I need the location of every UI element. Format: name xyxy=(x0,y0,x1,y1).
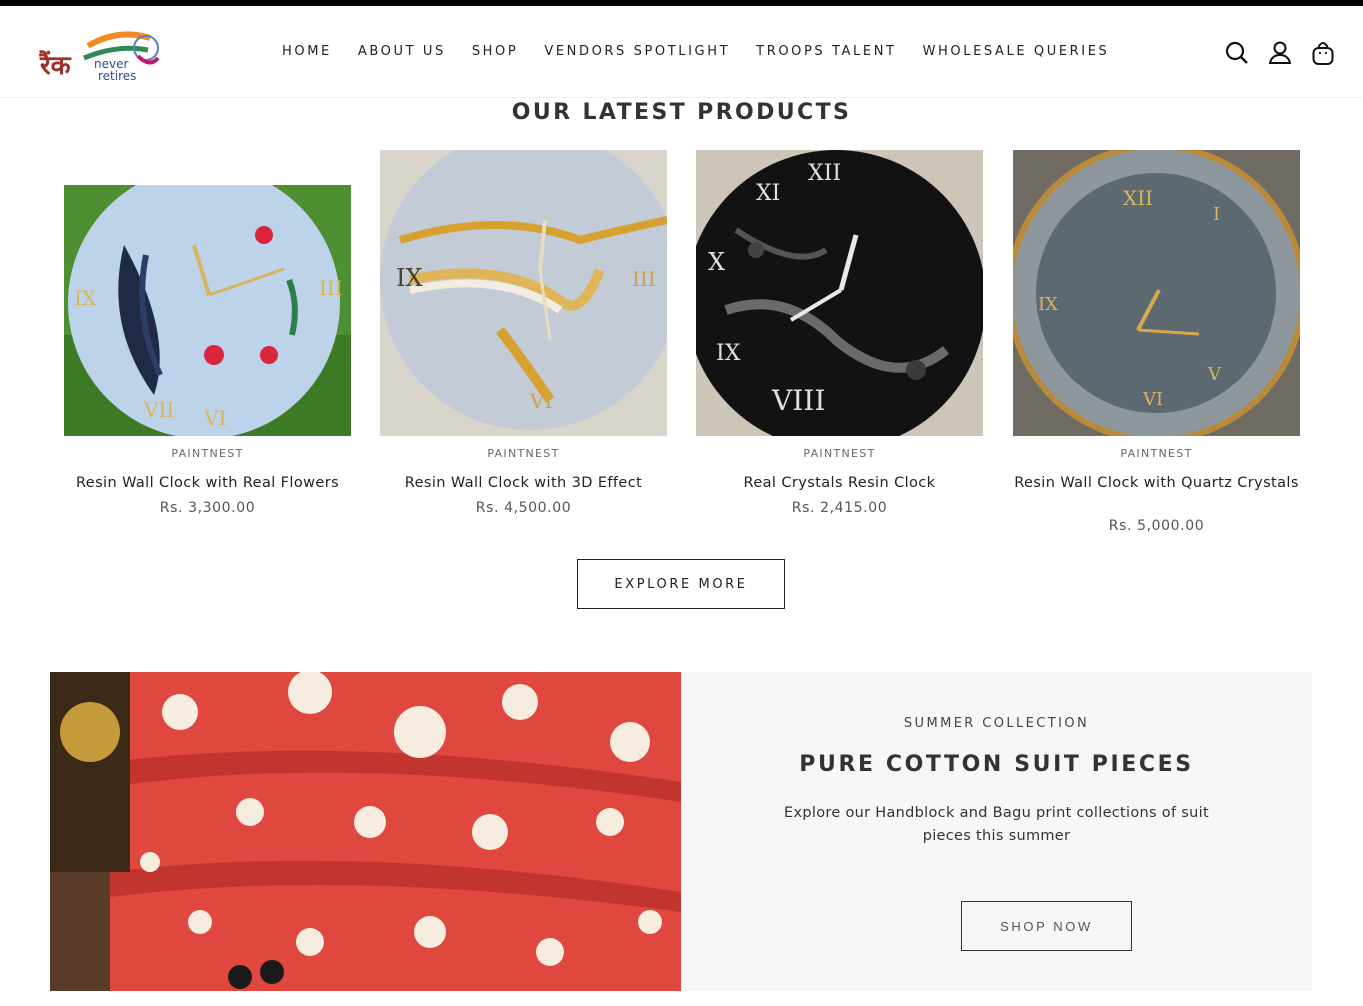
svg-text:IX: IX xyxy=(74,286,97,310)
svg-text:V: V xyxy=(1207,364,1222,385)
brand-logo[interactable]: रैंक never retires xyxy=(38,28,162,84)
svg-text:VIII: VIII xyxy=(771,384,825,417)
svg-text:III: III xyxy=(319,276,343,300)
svg-text:X: X xyxy=(708,248,725,276)
product-grid: IX III VI VII PAINTNEST Resin Wall Clock… xyxy=(64,150,1300,550)
nav-home[interactable]: HOME xyxy=(282,44,332,59)
product-vendor: PAINTNEST xyxy=(803,447,876,460)
svg-text:I: I xyxy=(1213,204,1220,225)
cart-icon[interactable] xyxy=(1311,40,1335,66)
product-vendor: PAINTNEST xyxy=(1120,447,1193,460)
product-price: Rs. 2,415.00 xyxy=(791,500,888,516)
search-icon[interactable] xyxy=(1225,40,1249,66)
svg-text:XII: XII xyxy=(1123,186,1153,210)
product-vendor: PAINTNEST xyxy=(487,447,560,460)
main-nav: HOME ABOUT US SHOP VENDORS SPOTLIGHT TRO… xyxy=(282,44,1135,59)
banner-content: SUMMER COLLECTION PURE COTTON SUIT PIECE… xyxy=(681,672,1312,991)
header-actions xyxy=(1225,40,1335,66)
svg-text:रैंक: रैंक xyxy=(38,50,71,81)
svg-text:VI: VI xyxy=(203,406,226,430)
product-name[interactable]: Real Crystals Resin Clock xyxy=(696,473,983,493)
product-name[interactable]: Resin Wall Clock with Real Flowers xyxy=(64,473,351,493)
account-icon[interactable] xyxy=(1268,40,1292,66)
banner-subtitle: SUMMER COLLECTION xyxy=(903,716,1090,731)
banner-title: PURE COTTON SUIT PIECES xyxy=(799,752,1194,777)
site-header: रैंक never retires HOME ABOUT US SHOP VE… xyxy=(0,6,1363,98)
svg-text:IX: IX xyxy=(396,264,423,292)
nav-wholesale-queries[interactable]: WHOLESALE QUERIES xyxy=(923,44,1110,59)
product-name[interactable]: Resin Wall Clock with Quartz Crystals xyxy=(1013,473,1300,493)
svg-text:VI: VI xyxy=(1142,389,1163,410)
product-image-resin-clock-3d[interactable]: IX III VI xyxy=(380,150,667,436)
svg-text:VI: VI xyxy=(529,389,552,413)
svg-text:IX: IX xyxy=(1038,294,1058,315)
explore-more-button[interactable]: EXPLORE MORE xyxy=(577,559,785,609)
nav-vendors-spotlight[interactable]: VENDORS SPOTLIGHT xyxy=(544,44,730,59)
summer-collection-banner: SUMMER COLLECTION PURE COTTON SUIT PIECE… xyxy=(50,672,1312,991)
nav-troops-talent[interactable]: TROOPS TALENT xyxy=(756,44,896,59)
product-name[interactable]: Resin Wall Clock with 3D Effect xyxy=(380,473,667,493)
product-price: Rs. 4,500.00 xyxy=(475,500,572,516)
product-image-resin-clock-crystals[interactable]: X XI XII VIII IX xyxy=(696,150,983,436)
shop-now-button[interactable]: SHOP NOW xyxy=(961,901,1132,951)
nav-about-us[interactable]: ABOUT US xyxy=(358,44,446,59)
product-price: Rs. 3,300.00 xyxy=(159,500,256,516)
product-vendor: PAINTNEST xyxy=(171,447,244,460)
banner-description: Explore our Handblock and Bagu print col… xyxy=(784,805,1209,844)
banner-image-red-floral-fabric[interactable] xyxy=(50,672,681,991)
product-price: Rs. 5,000.00 xyxy=(1108,518,1205,534)
nav-shop[interactable]: SHOP xyxy=(472,44,519,59)
product-image-resin-clock-quartz[interactable]: XII I IX V VI xyxy=(1013,150,1300,436)
svg-text:VII: VII xyxy=(143,398,174,422)
svg-text:III: III xyxy=(632,267,656,291)
svg-text:XI: XI xyxy=(756,181,780,206)
svg-text:XII: XII xyxy=(808,161,841,186)
svg-text:retires: retires xyxy=(98,69,136,83)
svg-text:IX: IX xyxy=(716,341,741,366)
product-image-resin-clock-flowers[interactable]: IX III VI VII xyxy=(64,185,351,436)
latest-products-title: OUR LATEST PRODUCTS xyxy=(511,100,852,125)
